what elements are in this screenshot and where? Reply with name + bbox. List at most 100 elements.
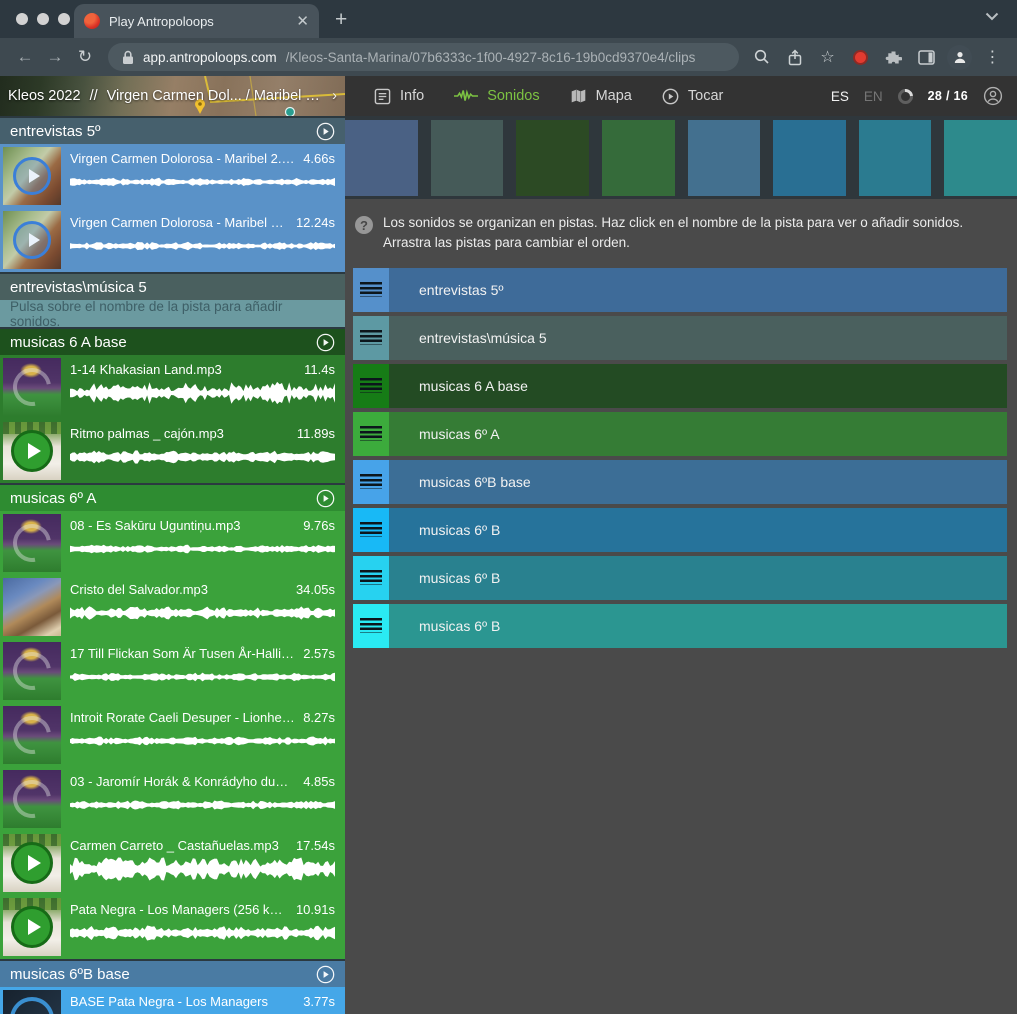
clip-play-icon[interactable] xyxy=(13,157,51,195)
track-name[interactable]: entrevistas 5º xyxy=(419,282,504,298)
window-controls[interactable] xyxy=(16,13,70,25)
browser-tab[interactable]: Play Antropoloops ✕ xyxy=(74,4,319,38)
extensions-puzzle-icon[interactable] xyxy=(879,49,908,66)
track-section-header[interactable]: musicas 6ºB base xyxy=(0,959,345,987)
track-section-header[interactable]: entrevistas\música 5 xyxy=(0,272,345,300)
track-color-pad[interactable] xyxy=(859,120,932,196)
forward-button[interactable]: → xyxy=(40,47,70,67)
drag-handle[interactable] xyxy=(353,460,389,504)
drag-handle[interactable] xyxy=(353,604,389,648)
clip-item[interactable]: Ritmo palmas _ cajón.mp3 11.89s xyxy=(0,419,345,483)
breadcrumb[interactable]: Kleos 2022 // Virgen Carmen Dol... / Mar… xyxy=(0,76,345,116)
track-color-pad[interactable] xyxy=(688,120,761,196)
language-es-button[interactable]: ES xyxy=(831,89,849,104)
track-row[interactable]: musicas 6º B xyxy=(353,604,1007,648)
drag-handle[interactable] xyxy=(353,268,389,312)
section-play-icon[interactable] xyxy=(316,122,335,141)
clip-item[interactable]: 1-14 Khakasian Land.mp3 11.4s xyxy=(0,355,345,419)
nav-tab-info[interactable]: Info xyxy=(359,76,439,116)
clip-loading-icon xyxy=(6,645,59,698)
track-section-name[interactable]: entrevistas 5º xyxy=(10,123,316,140)
zoom-icon[interactable] xyxy=(747,49,776,65)
clip-play-icon[interactable] xyxy=(13,221,51,259)
track-row[interactable]: musicas 6º B xyxy=(353,556,1007,600)
clip-waveform xyxy=(70,170,335,194)
clip-item[interactable]: BASE Pata Negra - Los Managers 3.77s xyxy=(0,987,345,1014)
track-section-name[interactable]: entrevistas\música 5 xyxy=(10,279,335,296)
track-row[interactable]: musicas 6º A xyxy=(353,412,1007,456)
track-name[interactable]: musicas 6ºB base xyxy=(419,474,531,490)
track-section-name[interactable]: musicas 6º A xyxy=(10,490,316,507)
breadcrumb-trail[interactable]: Virgen Carmen Dol... / Maribel 2... xyxy=(107,88,324,104)
tab-close-icon[interactable]: ✕ xyxy=(296,12,309,30)
clip-item[interactable]: Cristo del Salvador.mp3 34.05s xyxy=(0,575,345,639)
record-icon[interactable] xyxy=(846,50,875,65)
track-row[interactable]: musicas 6 A base xyxy=(353,364,1007,408)
clip-waveform xyxy=(70,665,335,689)
track-name[interactable]: musicas 6 A base xyxy=(419,378,528,394)
track-name[interactable]: musicas 6º B xyxy=(419,618,500,634)
account-icon[interactable] xyxy=(983,86,1003,106)
section-play-icon[interactable] xyxy=(316,333,335,352)
track-section-name[interactable]: musicas 6ºB base xyxy=(10,966,316,983)
maximize-window-icon[interactable] xyxy=(58,13,70,25)
browser-menu-kebab-icon[interactable]: ⋮ xyxy=(978,47,1007,67)
clip-item[interactable]: 08 - Es Sakūru Uguntiņu.mp3 9.76s xyxy=(0,511,345,575)
drag-handle[interactable] xyxy=(353,364,389,408)
clip-item[interactable]: Pata Negra - Los Managers (256 kbps).mp3… xyxy=(0,895,345,959)
tab-search-chevron-icon[interactable] xyxy=(985,8,999,26)
track-name[interactable]: entrevistas\música 5 xyxy=(419,330,547,346)
nav-tab-tocar[interactable]: Tocar xyxy=(647,76,738,116)
drag-handle[interactable] xyxy=(353,556,389,600)
track-row[interactable]: entrevistas 5º xyxy=(353,268,1007,312)
drag-handle[interactable] xyxy=(353,316,389,360)
clip-item[interactable]: Virgen Carmen Dolorosa - Maribel 2.mp3 4… xyxy=(0,144,345,208)
side-panel-icon[interactable] xyxy=(912,50,941,65)
track-name[interactable]: musicas 6º B xyxy=(419,522,500,538)
drag-handle[interactable] xyxy=(353,508,389,552)
track-color-pad[interactable] xyxy=(431,120,504,196)
language-en-button[interactable]: EN xyxy=(864,89,883,104)
reload-button[interactable]: ↻ xyxy=(70,47,100,67)
track-row[interactable]: musicas 6ºB base xyxy=(353,460,1007,504)
section-play-icon[interactable] xyxy=(316,965,335,984)
clip-item[interactable]: Carmen Carreto _ Castañuelas.mp3 17.54s xyxy=(0,831,345,895)
new-tab-button[interactable]: + xyxy=(335,9,347,30)
track-name[interactable]: musicas 6º B xyxy=(419,570,500,586)
track-row[interactable]: entrevistas\música 5 xyxy=(353,316,1007,360)
clip-item[interactable]: 03 - Jaromír Horák & Konrádyho dudácká .… xyxy=(0,767,345,831)
bookmark-star-icon[interactable]: ☆ xyxy=(813,47,842,67)
minimize-window-icon[interactable] xyxy=(37,13,49,25)
drag-handle[interactable] xyxy=(353,412,389,456)
clip-item[interactable]: Introit Rorate Caeli Desuper - Lionheart… xyxy=(0,703,345,767)
close-window-icon[interactable] xyxy=(16,13,28,25)
track-color-pad[interactable] xyxy=(345,120,418,196)
track-color-pad[interactable] xyxy=(602,120,675,196)
url-path: /Kleos-Santa-Marina/07b6333c-1f00-4927-8… xyxy=(286,50,725,65)
clip-loading-icon xyxy=(6,517,59,570)
breadcrumb-project[interactable]: Kleos 2022 xyxy=(8,88,81,104)
track-color-pad[interactable] xyxy=(944,120,1017,196)
clip-play-icon[interactable] xyxy=(11,842,53,884)
url-bar[interactable]: app.antropoloops.com/Kleos-Santa-Marina/… xyxy=(108,43,739,71)
track-section-header[interactable]: entrevistas 5º xyxy=(0,116,345,144)
nav-tab-sonidos[interactable]: Sonidos xyxy=(439,76,554,116)
clip-item[interactable]: Virgen Carmen Dolorosa - Maribel 2.mp3 1… xyxy=(0,208,345,272)
clip-play-icon[interactable] xyxy=(11,906,53,948)
track-section-header[interactable]: musicas 6º A xyxy=(0,483,345,511)
back-button[interactable]: ← xyxy=(10,47,40,67)
track-section-header[interactable]: musicas 6 A base xyxy=(0,327,345,355)
track-row[interactable]: musicas 6º B xyxy=(353,508,1007,552)
section-play-icon[interactable] xyxy=(316,489,335,508)
clip-item[interactable]: 17 Till Flickan Som Är Tusen År-Halling … xyxy=(0,639,345,703)
breadcrumb-chevron-icon[interactable]: › xyxy=(332,88,337,104)
track-color-pad[interactable] xyxy=(773,120,846,196)
clip-play-icon[interactable] xyxy=(11,430,53,472)
profile-avatar[interactable] xyxy=(945,45,974,70)
track-section-name[interactable]: musicas 6 A base xyxy=(10,334,316,351)
track-name[interactable]: musicas 6º A xyxy=(419,426,500,442)
track-color-pad[interactable] xyxy=(516,120,589,196)
site-favicon-icon xyxy=(84,13,100,29)
share-icon[interactable] xyxy=(780,49,809,66)
nav-tab-mapa[interactable]: Mapa xyxy=(555,76,647,116)
